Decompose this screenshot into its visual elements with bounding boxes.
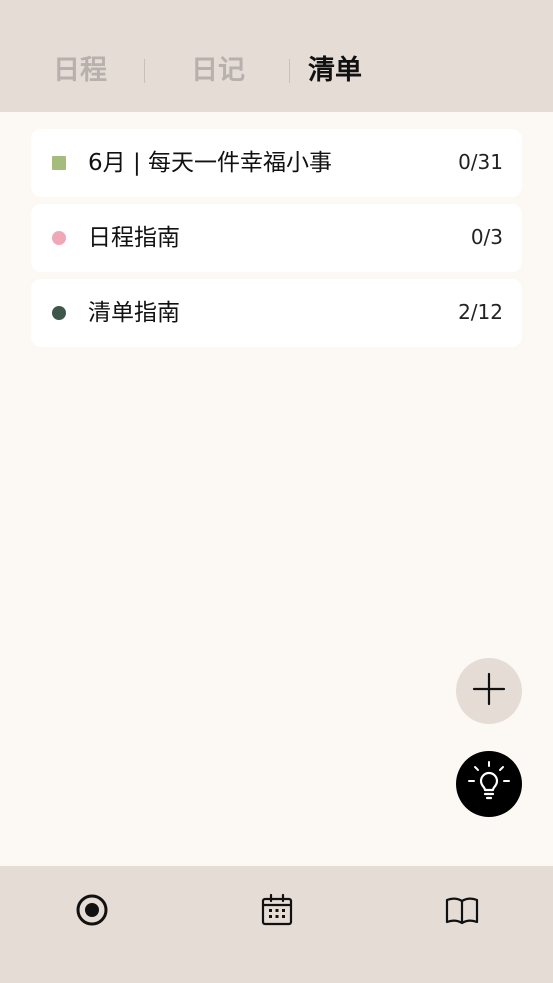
- tab-checklist[interactable]: 清单: [308, 52, 362, 90]
- bottom-navigation: [0, 866, 553, 983]
- record-icon: [74, 892, 110, 932]
- list-title: 6月 | 每天一件幸福小事: [88, 150, 333, 176]
- list-color-marker: [52, 306, 66, 320]
- add-list-button[interactable]: [456, 658, 522, 724]
- idea-button[interactable]: [456, 751, 522, 817]
- calendar-icon: [259, 892, 295, 932]
- tab-divider: [289, 59, 290, 83]
- book-icon: [443, 891, 481, 933]
- list-progress-count: 0/3: [470, 225, 503, 249]
- plus-icon: [472, 672, 506, 710]
- list-color-marker: [52, 231, 66, 245]
- nav-calendar-button[interactable]: [257, 892, 297, 932]
- tab-diary[interactable]: 日记: [191, 52, 245, 90]
- list-progress-count: 2/12: [458, 300, 503, 324]
- list-item[interactable]: 清单指南 2/12: [31, 279, 522, 347]
- lightbulb-icon: [466, 759, 512, 809]
- nav-record-button[interactable]: [72, 892, 112, 932]
- nav-book-button[interactable]: [442, 892, 482, 932]
- list-color-marker: [52, 156, 66, 170]
- list-progress-count: 0/31: [458, 150, 503, 174]
- list-title: 日程指南: [88, 225, 180, 251]
- list-item[interactable]: 6月 | 每天一件幸福小事 0/31: [31, 129, 522, 197]
- list-item[interactable]: 日程指南 0/3: [31, 204, 522, 272]
- tab-schedule[interactable]: 日程: [53, 52, 107, 90]
- checklist-area: 6月 | 每天一件幸福小事 0/31 日程指南 0/3 清单指南 2/12: [0, 112, 553, 866]
- top-tab-bar: 日程 日记 清单: [0, 0, 553, 112]
- tab-divider: [144, 59, 145, 83]
- list-title: 清单指南: [88, 300, 180, 326]
